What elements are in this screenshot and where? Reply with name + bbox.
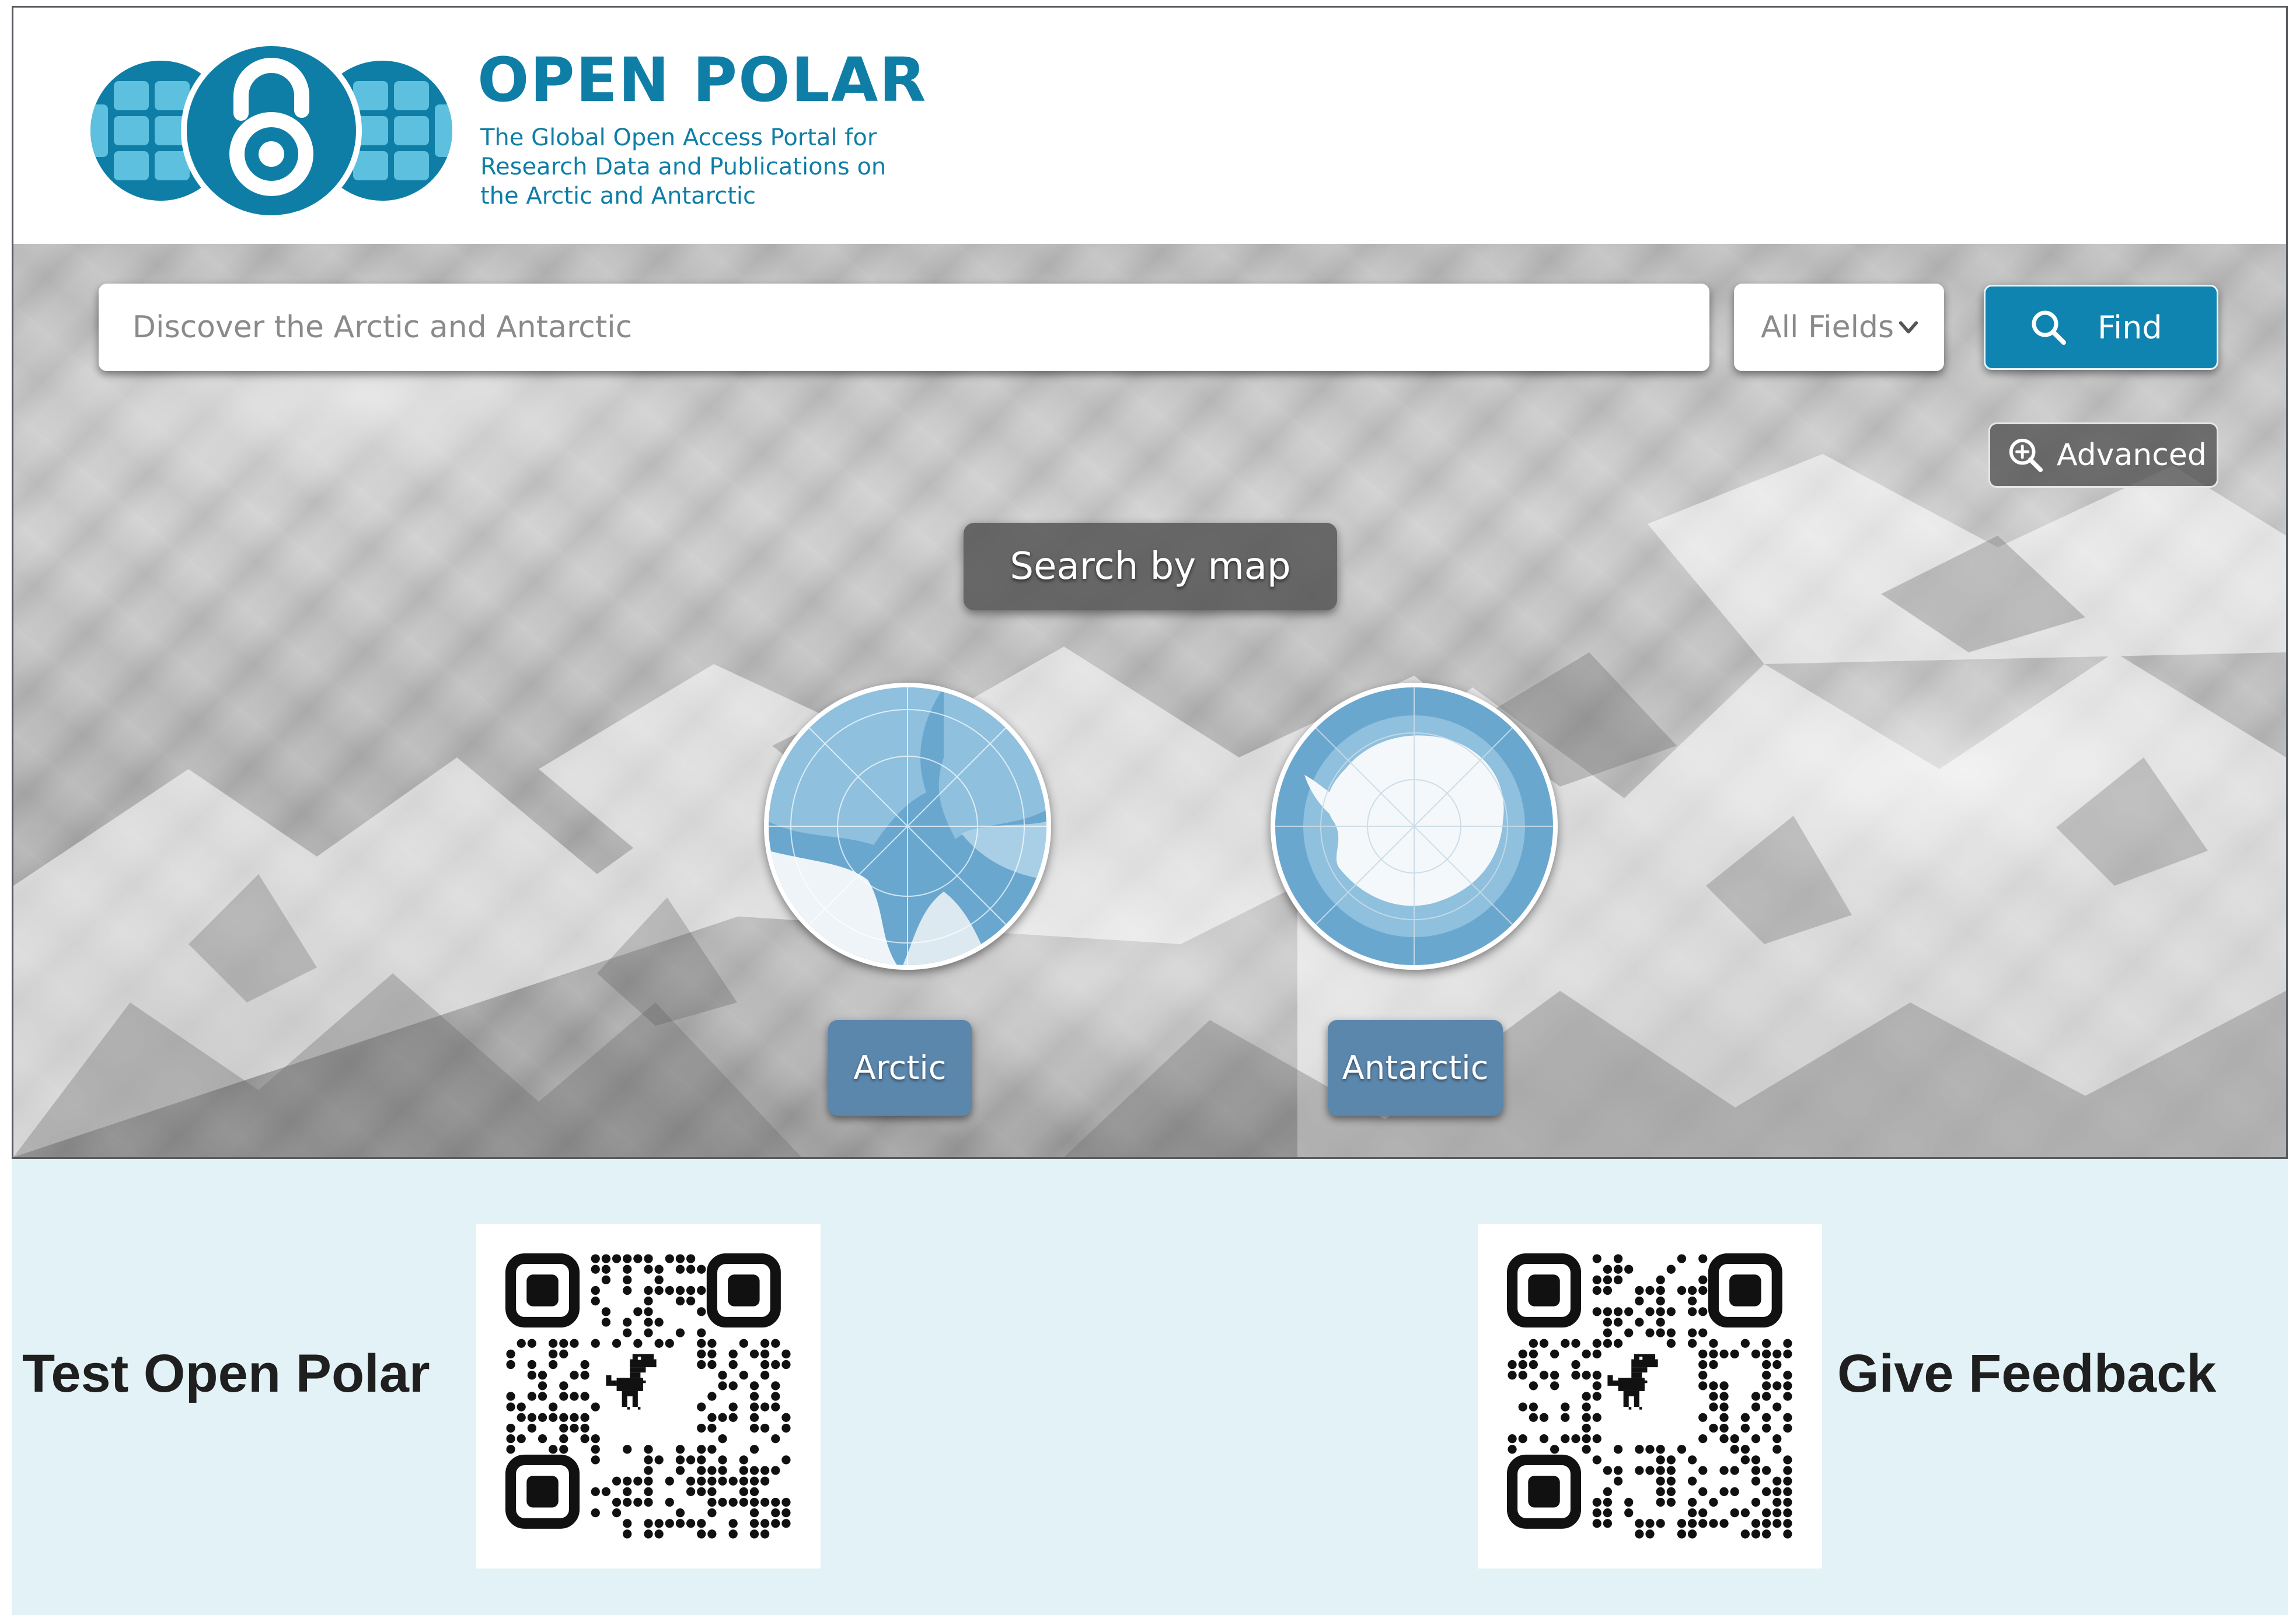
brand-title[interactable]: OPEN POLAR [477,50,927,110]
mountain-background-image [13,454,2286,1157]
arctic-map-icon[interactable] [764,683,1051,970]
give-feedback-label: Give Feedback [1837,1344,2217,1403]
open-access-logo-icon[interactable] [90,40,452,221]
qr-code-icon [1507,1253,1792,1539]
test-qr-code[interactable] [476,1224,821,1568]
tagline-line: the Arctic and Antarctic [480,183,756,209]
test-open-polar-label: Test Open Polar [22,1344,430,1403]
arctic-button[interactable]: Arctic [828,1020,972,1116]
find-button[interactable]: Find [1984,285,2218,370]
search-by-map-heading: Search by map [964,523,1337,610]
tagline-line: Research Data and Publications on [480,153,887,180]
promo-section: Test Open Polar Give Feedback [12,1159,2288,1615]
find-button-label: Find [2098,309,2162,346]
search-input[interactable] [131,309,1677,345]
site-header: OPEN POLAR The Global Open Access Portal… [12,6,2288,244]
qr-code-icon [505,1253,791,1539]
field-select-value: All Fields [1761,310,1894,345]
zoom-plus-icon [2009,438,2043,473]
tagline-line: The Global Open Access Portal for [480,124,877,151]
field-select[interactable]: All Fields [1734,284,1944,371]
antarctic-button[interactable]: Antarctic [1328,1020,1503,1116]
search-box [99,284,1709,371]
antarctic-map-icon[interactable] [1271,683,1558,970]
advanced-search-button[interactable]: Advanced [1988,422,2218,488]
brand-tagline: The Global Open Access Portal for Resear… [480,123,924,211]
advanced-button-label: Advanced [2057,438,2207,473]
search-icon [2032,310,2066,345]
feedback-qr-code[interactable] [1478,1224,1822,1568]
page: OPEN POLAR The Global Open Access Portal… [0,0,2296,1621]
chevron-down-icon [1899,321,1918,334]
hero-section: All Fields Find Advanced Search by map [12,244,2288,1159]
